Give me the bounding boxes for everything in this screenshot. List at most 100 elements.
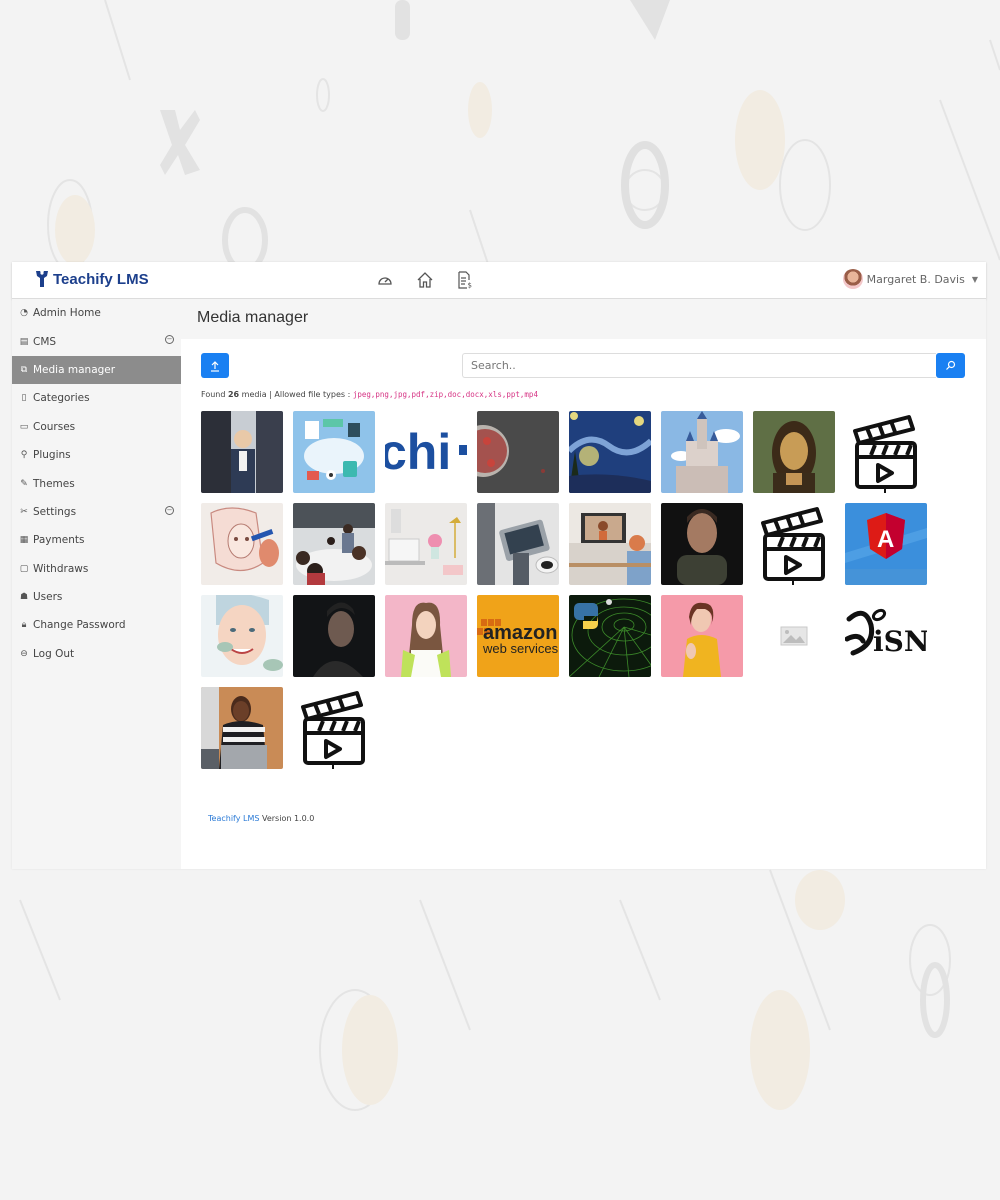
users-icon: ☗ [19, 592, 29, 603]
media-item-disney[interactable]: iSNi [845, 595, 927, 677]
media-item-image-placeholder[interactable] [753, 595, 835, 677]
thumbnail-image [201, 687, 283, 769]
expand-icon[interactable]: − [165, 505, 174, 515]
sidebar-item-admin-home[interactable]: ◔ Admin Home [12, 299, 181, 327]
media-item-man-portrait[interactable] [661, 503, 743, 585]
media-item-video-clapperboard[interactable] [845, 411, 927, 493]
media-item-video-call[interactable] [569, 503, 651, 585]
search-button[interactable] [936, 353, 965, 378]
thumbnail-image [201, 503, 283, 585]
media-item-team-meeting[interactable] [293, 503, 375, 585]
home-icon[interactable] [416, 271, 434, 289]
thumbnail-image: amazonweb services [477, 595, 559, 677]
media-item-amazon-web-services[interactable]: amazon web services [477, 595, 559, 677]
sidebar-item-withdraws[interactable]: ▢ Withdraws [12, 555, 181, 583]
media-item-girl-sketch[interactable] [201, 503, 283, 585]
upload-button[interactable] [201, 353, 229, 378]
thumbnail-image [569, 411, 651, 493]
media-item-cloud-apps[interactable] [293, 411, 375, 493]
media-item-mona-lisa[interactable] [753, 411, 835, 493]
sidebar-item-media-manager[interactable]: ⧉ Media manager [12, 355, 181, 385]
thumbnail-image [753, 411, 835, 493]
teachify-logo-icon [36, 271, 48, 287]
allowed-file-types: jpeg,png,jpg,pdf,zip,doc,docx,xls,ppt,mp… [352, 390, 538, 399]
thumbnail-image [201, 595, 283, 677]
sidebar-item-themes[interactable]: ✎ Themes [12, 469, 181, 497]
svg-text:chi: chi [385, 424, 451, 480]
sidebar-item-log-out[interactable]: ⊖ Log Out [12, 640, 181, 668]
brand-logo[interactable]: Teachify LMS [34, 270, 149, 288]
wallet-icon: ▢ [19, 563, 29, 574]
search-icon [946, 360, 956, 370]
main-content: Media manager Found 26 media | Allowed f… [181, 299, 986, 869]
thumbnail-image [661, 595, 743, 677]
sidebar-item-cms[interactable]: ▤ CMS − [12, 327, 181, 355]
sidebar-item-plugins[interactable]: ⚲ Plugins [12, 441, 181, 469]
sidebar-item-change-password[interactable]: 🔒︎ Change Password [12, 611, 181, 639]
sidebar-item-courses[interactable]: ▭ Courses [12, 413, 181, 441]
svg-text:iSNi: iSNi [873, 625, 927, 658]
thumbnail-image [201, 411, 283, 493]
dashboard-icon[interactable] [376, 271, 394, 289]
thumbnail-image [477, 503, 559, 585]
sidebar-item-payments[interactable]: ▦ Payments [12, 526, 181, 554]
media-count-info: Found 26 media | Allowed file types : jp… [201, 390, 538, 399]
avatar [842, 269, 863, 289]
thumbnail-image [385, 595, 467, 677]
media-item-python[interactable] [569, 595, 651, 677]
thumbnail-image [661, 411, 743, 493]
thumbnail-image [477, 411, 559, 493]
media-item-business-meeting[interactable] [201, 411, 283, 493]
media-item-man-dark-portrait[interactable] [293, 595, 375, 677]
media-item-starry-night[interactable] [569, 411, 651, 493]
thumbnail-image: chi [385, 411, 467, 493]
brand-name: Teachify LMS [53, 270, 149, 288]
media-icon: ⧉ [20, 364, 28, 375]
sidebar-item-users[interactable]: ☗ Users [12, 583, 181, 611]
svg-text:A: A [877, 526, 894, 553]
expand-icon[interactable]: − [165, 335, 174, 345]
invoice-icon[interactable]: $ [456, 271, 474, 289]
video-clapperboard-icon [753, 503, 835, 585]
media-item-woman-skincare[interactable] [201, 595, 283, 677]
thumbnail-image [569, 503, 651, 585]
settings-icon: ✂ [20, 506, 28, 517]
media-item-video-clapperboard[interactable] [293, 687, 375, 769]
cms-icon: ▤ [19, 336, 29, 347]
svg-text:$: $ [468, 282, 472, 290]
media-item-desk-with-flowers[interactable] [385, 503, 467, 585]
media-item-video-clapperboard[interactable] [753, 503, 835, 585]
media-item-castle[interactable] [661, 411, 743, 493]
thumbnail-image [569, 595, 651, 677]
thumbnail-image: A [845, 503, 927, 585]
sidebar-item-categories[interactable]: ▯ Categories [12, 384, 181, 412]
plugin-icon: ⚲ [20, 450, 28, 461]
media-grid: chi Aamazonweb services iSNi [201, 411, 941, 769]
sidebar-item-settings[interactable]: ✂ Settings − [12, 498, 181, 526]
media-item-woman-yellow-shirt[interactable] [661, 595, 743, 677]
search-input[interactable] [462, 353, 936, 378]
media-item-angular[interactable]: A [845, 503, 927, 585]
media-item-tablet[interactable] [477, 503, 559, 585]
lock-icon: 🔒︎ [21, 620, 27, 631]
thumbnail-image [293, 503, 375, 585]
media-item-virus[interactable] [477, 411, 559, 493]
media-count: 26 [227, 390, 240, 399]
upload-icon [211, 360, 219, 372]
thumbnail-image [385, 503, 467, 585]
media-item-woman-laptop[interactable] [201, 687, 283, 769]
image-placeholder-icon [753, 595, 835, 677]
dashboard-icon: ◔ [20, 308, 28, 319]
media-item-chi[interactable]: chi [385, 411, 467, 493]
logout-icon: ⊖ [20, 648, 28, 659]
footer-brand-link[interactable]: Teachify LMS [208, 814, 259, 823]
top-navbar: Teachify LMS $ Margaret B. Davis ▼ [12, 262, 986, 299]
app-window: Teachify LMS $ Margaret B. Davis ▼ ◔ Admi… [12, 262, 986, 869]
brush-icon: ✎ [20, 478, 28, 489]
video-clapperboard-icon [845, 411, 927, 493]
user-menu[interactable]: Margaret B. Davis ▼ [842, 269, 978, 289]
user-name: Margaret B. Davis [866, 272, 965, 286]
thumbnail-image [661, 503, 743, 585]
media-item-woman-pink-background[interactable] [385, 595, 467, 677]
footer: Teachify LMS Version 1.0.0 [208, 814, 314, 823]
